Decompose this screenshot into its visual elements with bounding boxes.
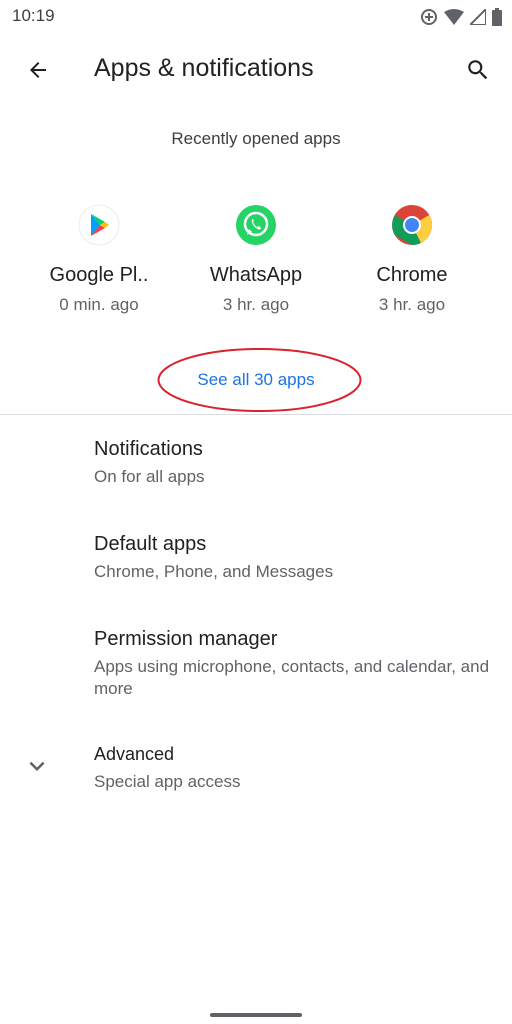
arrow-back-icon bbox=[30, 62, 46, 78]
pref-title: Notifications bbox=[94, 438, 203, 460]
cell-signal-icon bbox=[470, 9, 486, 25]
pref-permission-manager[interactable]: Permission manager Apps using microphone… bbox=[0, 628, 512, 708]
back-button[interactable] bbox=[18, 50, 58, 90]
divider bbox=[0, 414, 512, 415]
pref-title: Permission manager bbox=[94, 628, 278, 650]
recent-apps-header: Recently opened apps bbox=[171, 129, 341, 148]
app-name: Google Pl.. bbox=[49, 264, 149, 286]
pref-notifications[interactable]: Notifications On for all apps bbox=[0, 438, 512, 498]
app-bar: Apps & notifications bbox=[0, 34, 512, 104]
chrome-icon bbox=[391, 204, 433, 246]
app-name: Chrome bbox=[376, 264, 448, 286]
status-bar: 10:19 bbox=[0, 0, 512, 34]
pref-summary: Chrome, Phone, and Messages bbox=[94, 562, 334, 581]
search-button[interactable] bbox=[458, 50, 498, 90]
recent-apps-list: Google Pl.. 0 min. ago WhatsApp 3 hr. ag… bbox=[0, 200, 512, 330]
google-play-icon bbox=[78, 204, 120, 246]
status-icons bbox=[420, 6, 502, 28]
recent-app-whatsapp[interactable]: WhatsApp 3 hr. ago bbox=[181, 200, 331, 325]
pref-summary: Special app access bbox=[94, 772, 241, 791]
pref-summary: On for all apps bbox=[94, 467, 205, 486]
pref-default-apps[interactable]: Default apps Chrome, Phone, and Messages bbox=[0, 533, 512, 593]
chevron-down-icon bbox=[29, 761, 45, 771]
battery-icon bbox=[492, 8, 502, 26]
app-last-used: 3 hr. ago bbox=[222, 295, 290, 314]
pref-title: Default apps bbox=[94, 533, 207, 555]
pref-title: Advanced bbox=[94, 744, 175, 764]
pref-summary: Apps using microphone, contacts, and cal… bbox=[94, 657, 490, 698]
app-last-used: 0 min. ago bbox=[59, 295, 139, 314]
data-saver-icon bbox=[421, 9, 437, 25]
search-icon bbox=[468, 60, 488, 80]
wifi-icon bbox=[444, 9, 464, 25]
recent-app-chrome[interactable]: Chrome 3 hr. ago bbox=[337, 200, 487, 325]
app-name: WhatsApp bbox=[209, 264, 303, 286]
see-all-apps-link[interactable]: See all 30 apps bbox=[0, 370, 512, 390]
page-title: Apps & notifications bbox=[94, 54, 314, 82]
gesture-nav-handle[interactable] bbox=[210, 1013, 302, 1017]
app-last-used: 3 hr. ago bbox=[378, 295, 446, 314]
whatsapp-icon bbox=[235, 204, 277, 246]
pref-advanced[interactable]: Advanced Special app access bbox=[0, 743, 512, 803]
status-time: 10:19 bbox=[12, 6, 55, 25]
recent-app-google-play[interactable]: Google Pl.. 0 min. ago bbox=[24, 200, 174, 325]
